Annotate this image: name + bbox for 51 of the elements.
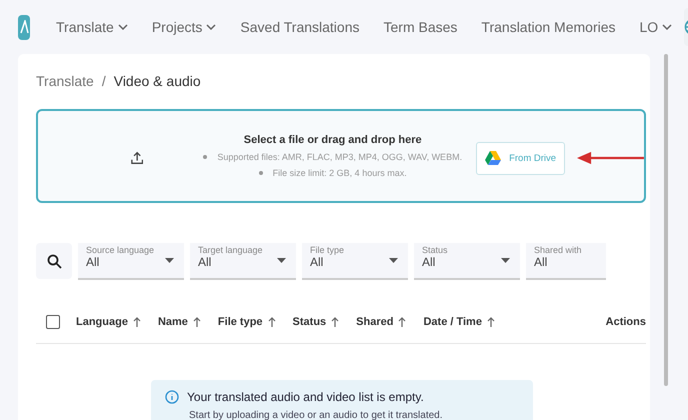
nav-item[interactable]: Projects [140, 19, 228, 35]
drive-logo-icon [485, 151, 502, 165]
filter-select[interactable]: Shared with All [526, 243, 606, 280]
nav-item[interactable]: LO [628, 19, 684, 35]
sort-arrow-icon[interactable] [268, 316, 276, 326]
filter-select[interactable]: Source language All [78, 243, 184, 280]
upload-icon [131, 151, 144, 165]
search-button[interactable] [36, 243, 72, 279]
upload-note: File size limit: 2 GB, 4 hours max. [272, 168, 407, 178]
chevron-down-icon [206, 24, 216, 30]
app-logo[interactable] [18, 14, 30, 40]
upload-note: Supported files: AMR, FLAC, MP3, MP4, OGG, WAV, WEBM. [217, 152, 462, 162]
search-icon [46, 254, 62, 268]
pointer-arrow-drawing [577, 151, 644, 165]
column-header[interactable]: File type [218, 316, 276, 328]
select-all-checkbox[interactable] [46, 314, 60, 328]
sort-arrow-icon[interactable] [486, 316, 495, 326]
notice-text: Start by uploading a video or an audio to get it translated. [189, 410, 444, 420]
dropdown-caret-icon [277, 258, 286, 263]
scrollbar[interactable] [664, 54, 668, 386]
notice-title: Your translated audio and video list is empty. [187, 390, 424, 404]
column-header[interactable]: Status [292, 316, 340, 328]
drop-zone-title: Select a file or drag and drop here [244, 134, 422, 146]
filter-select[interactable]: Target language All [190, 243, 296, 280]
column-header[interactable]: Date / Time [423, 316, 495, 328]
bullet-icon [203, 155, 208, 159]
filter-select[interactable]: Status All [414, 243, 520, 280]
chevron-down-icon [118, 24, 128, 30]
sort-arrow-icon[interactable] [331, 316, 340, 326]
breadcrumb-separator: / [102, 73, 106, 90]
sort-arrow-icon[interactable] [192, 316, 201, 326]
info-icon [165, 390, 179, 404]
nav-item[interactable]: Translation Memories [469, 19, 628, 35]
breadcrumb-item[interactable]: Translate [36, 73, 94, 90]
sort-arrow-icon[interactable] [398, 316, 406, 326]
nav-item[interactable]: Term Bases [372, 19, 470, 35]
filter-select[interactable]: File type All [302, 243, 408, 280]
column-header[interactable]: Name [158, 316, 201, 328]
column-header[interactable]: Shared [356, 316, 406, 328]
chevron-down-icon [662, 24, 672, 30]
file-drop-zone[interactable]: Select a file or drag and drop here Supported files: AMR, FLAC, MP3, MP4, OGG, WAV, WEBM. File size limit: 2 GB, 4 hours max. From Drive [36, 109, 646, 203]
dropdown-caret-icon [501, 258, 510, 263]
column-header[interactable]: Language [76, 316, 141, 328]
dropdown-caret-icon [389, 258, 398, 263]
sort-arrow-icon[interactable] [132, 316, 141, 326]
bullet-icon [258, 171, 263, 175]
breadcrumb-item: Video & audio [114, 73, 201, 90]
nav-item[interactable]: Translate [44, 19, 140, 35]
dropdown-caret-icon [165, 258, 174, 263]
nav-item[interactable]: Saved Translations [228, 19, 372, 35]
column-header: Actions [606, 316, 646, 328]
